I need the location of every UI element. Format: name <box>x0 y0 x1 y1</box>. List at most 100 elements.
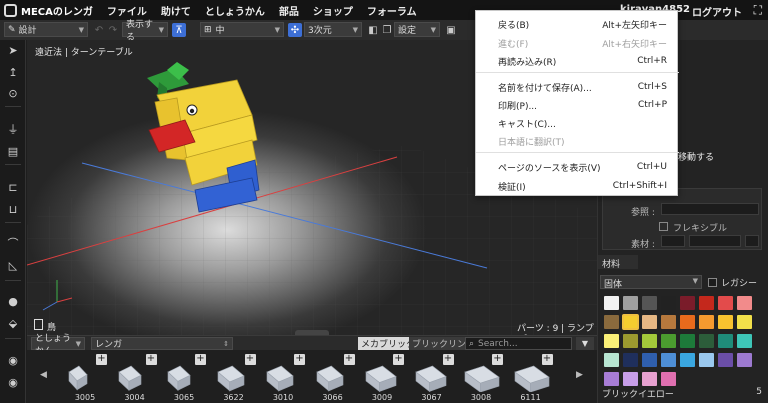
color-swatch[interactable] <box>604 353 619 367</box>
color-swatch[interactable] <box>718 334 733 348</box>
visibility-icon[interactable]: ◉ <box>6 375 20 389</box>
color-swatch[interactable] <box>642 334 657 348</box>
material-name-input[interactable] <box>689 235 741 247</box>
curve-icon[interactable]: ⌒ <box>6 236 20 250</box>
part-card[interactable]: +3010 <box>261 352 305 403</box>
align-bottom-icon[interactable]: ⊔ <box>6 202 20 216</box>
add-part-button[interactable]: + <box>393 354 404 365</box>
filter-button[interactable]: ▼ <box>576 337 594 350</box>
paint-icon[interactable]: ⬙ <box>6 316 20 330</box>
part-card[interactable]: +3622 <box>212 352 256 403</box>
part-card[interactable]: +3067 <box>410 352 454 403</box>
trash-icon[interactable]: ▤ <box>6 144 20 158</box>
app-logo[interactable]: MECAのレンガ <box>0 0 93 20</box>
part-card[interactable]: +3005 <box>63 352 107 403</box>
material-extra-input[interactable] <box>745 235 759 247</box>
tab-material[interactable]: 材料 <box>598 255 638 270</box>
snap-icon[interactable]: ✣ <box>288 23 302 37</box>
reference-input[interactable] <box>661 203 759 215</box>
display-select[interactable]: 表示する ▼ <box>122 20 168 43</box>
context-menu-item[interactable]: 戻る(B) Alt+左矢印キー <box>476 15 679 33</box>
color-swatch[interactable] <box>623 372 638 386</box>
move-button[interactable]: 移動する <box>678 150 714 163</box>
cube-icon[interactable]: ◧ <box>366 23 380 37</box>
color-swatch[interactable] <box>623 296 638 310</box>
menu-help[interactable]: 助けて <box>161 3 191 18</box>
color-swatch[interactable] <box>604 315 619 329</box>
dimension-select[interactable]: 3次元 ▼ <box>304 22 362 37</box>
menu-library[interactable]: としょうかん <box>205 3 265 18</box>
align-left-icon[interactable]: ⊏ <box>6 180 20 194</box>
add-part-button[interactable]: + <box>294 354 305 365</box>
chevron-right-icon[interactable]: ▶ <box>576 370 583 380</box>
add-part-button[interactable]: + <box>145 354 157 365</box>
context-menu-item[interactable]: ページのソースを表示(V) Ctrl+U <box>476 158 679 176</box>
color-swatch[interactable] <box>661 334 676 348</box>
color-swatch[interactable] <box>737 315 752 329</box>
material-input[interactable] <box>661 235 685 247</box>
color-swatch[interactable] <box>699 296 714 310</box>
color-swatch[interactable] <box>699 353 714 367</box>
color-swatch[interactable] <box>642 372 657 386</box>
mode-select[interactable]: ✎ 設計 ▼ <box>4 22 88 37</box>
color-swatch[interactable] <box>699 334 714 348</box>
color-swatch[interactable] <box>642 353 657 367</box>
color-swatch[interactable] <box>680 353 695 367</box>
color-swatch[interactable] <box>604 296 619 310</box>
add-part-button[interactable]: + <box>541 354 553 365</box>
ruler-icon[interactable]: ◺ <box>6 258 20 272</box>
category-select[interactable]: レンガ ⇕ <box>91 337 233 350</box>
part-card[interactable]: +6111 <box>509 352 553 403</box>
color-swatch[interactable] <box>622 314 639 330</box>
fullscreen-icon[interactable]: ⛶ <box>754 3 762 18</box>
settings-select[interactable]: 設定 ▼ <box>394 22 440 37</box>
library-select[interactable]: としょうかん ▼ <box>31 334 85 357</box>
add-part-button[interactable]: + <box>343 354 355 365</box>
color-swatch[interactable] <box>737 353 752 367</box>
flexible-checkbox[interactable] <box>659 222 668 231</box>
redo-icon[interactable]: ↷ <box>106 23 120 37</box>
color-swatch[interactable] <box>718 296 733 310</box>
layers-icon[interactable]: ❐ <box>380 23 394 37</box>
context-menu-item[interactable]: 再読み込み(R) Ctrl+R <box>476 52 679 70</box>
part-card[interactable]: +3008 <box>459 352 503 403</box>
light-icon[interactable]: ● <box>6 294 20 308</box>
add-part-button[interactable]: + <box>492 354 503 365</box>
color-swatch[interactable] <box>642 315 657 329</box>
color-swatch[interactable] <box>661 353 676 367</box>
part-card[interactable]: +3066 <box>311 352 355 403</box>
legacy-checkbox[interactable] <box>708 278 717 287</box>
legacy-toggle[interactable]: レガシー <box>708 276 757 289</box>
menu-file[interactable]: ファイル <box>107 3 147 18</box>
color-swatch[interactable] <box>699 315 714 329</box>
logout-link[interactable]: ログアウト <box>692 4 742 19</box>
context-menu-item[interactable]: 印刷(P)... Ctrl+P <box>476 96 679 114</box>
color-swatch[interactable] <box>661 372 676 386</box>
chevron-left-icon[interactable]: ◀ <box>40 370 47 380</box>
part-card[interactable]: +3004 <box>113 352 157 403</box>
eye-icon[interactable]: ◉ <box>6 353 20 367</box>
color-swatch[interactable] <box>737 296 752 310</box>
color-swatch[interactable] <box>718 315 733 329</box>
color-swatch[interactable] <box>623 353 638 367</box>
color-swatch[interactable] <box>718 353 733 367</box>
context-menu-item[interactable]: 名前を付けて保存(A)... Ctrl+S <box>476 78 679 96</box>
search-box[interactable]: ⌕ Search... <box>465 337 572 350</box>
color-swatch[interactable] <box>661 296 676 310</box>
add-part-button[interactable]: + <box>244 354 256 365</box>
undo-icon[interactable]: ↶ <box>92 23 106 37</box>
part-card[interactable]: +3065 <box>162 352 206 403</box>
select-icon[interactable]: ➤ <box>6 43 20 57</box>
color-swatch[interactable] <box>604 372 619 386</box>
color-swatch[interactable] <box>737 334 752 348</box>
part-card[interactable]: +3009 <box>360 352 404 403</box>
move-icon[interactable]: ↥ <box>6 65 20 79</box>
color-swatch[interactable] <box>604 334 619 348</box>
grid-select[interactable]: ⊞ 中 ▼ <box>200 22 284 37</box>
color-swatch[interactable] <box>642 296 657 310</box>
add-part-button[interactable]: + <box>442 354 454 365</box>
material-type-select[interactable]: 固体 ▼ <box>600 275 702 290</box>
add-part-button[interactable]: + <box>195 354 206 365</box>
menu-parts[interactable]: 部品 <box>279 3 299 18</box>
screenshot-icon[interactable]: ▣ <box>444 23 458 37</box>
